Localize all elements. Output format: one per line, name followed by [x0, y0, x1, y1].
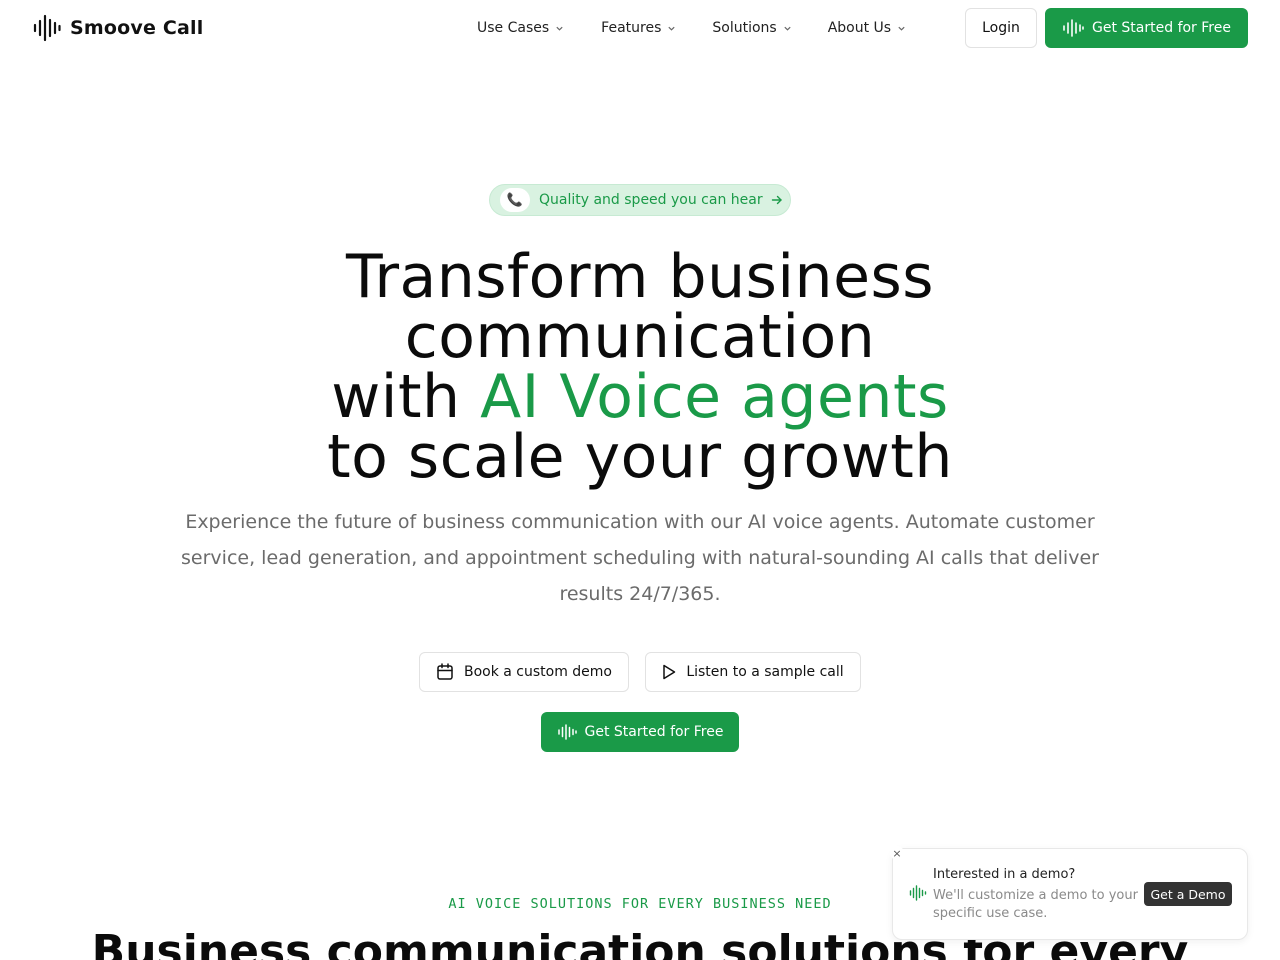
login-button[interactable]: Login: [965, 8, 1037, 48]
waveform-icon: [909, 885, 927, 901]
book-demo-label: Book a custom demo: [463, 664, 613, 680]
chevron-down-icon: [784, 26, 791, 31]
listen-sample-button[interactable]: Listen to a sample call: [645, 652, 861, 692]
waveform-icon: [33, 14, 61, 42]
hero-title: Transform business communication with AI…: [0, 247, 1280, 487]
hero-title-line: communication: [404, 302, 876, 372]
get-started-button-hero[interactable]: Get Started for Free: [541, 712, 739, 752]
chevron-down-icon: [668, 26, 675, 31]
play-icon: [663, 664, 676, 680]
nav-item-solutions[interactable]: Solutions: [712, 18, 791, 38]
brand-name: Smoove Call: [70, 17, 204, 39]
hero-subtitle: Experience the future of business commun…: [181, 511, 1099, 605]
nav-item-label: Use Cases: [477, 20, 550, 36]
popup-title: Interested in a demo?: [933, 867, 1076, 882]
site-header: Smoove Call Use Cases Features Solutions…: [0, 0, 1280, 56]
arrow-right-icon: [771, 195, 782, 205]
hero-title-line: to scale your growth: [327, 422, 953, 492]
book-demo-button[interactable]: Book a custom demo: [419, 652, 629, 692]
popup-text: We'll customize a demo to your specific …: [933, 888, 1138, 921]
get-started-button-header[interactable]: Get Started for Free: [1045, 8, 1248, 48]
chevron-down-icon: [556, 26, 563, 31]
nav-item-features[interactable]: Features: [601, 18, 676, 38]
waveform-icon: [557, 724, 577, 740]
hero-title-line: Transform business: [345, 242, 935, 312]
nav-item-about-us[interactable]: About Us: [828, 18, 906, 38]
nav-item-label: About Us: [827, 20, 892, 36]
nav-item-label: Solutions: [712, 20, 777, 36]
main-nav: Use Cases Features Solutions About Us: [477, 18, 906, 38]
listen-sample-label: Listen to a sample call: [686, 664, 844, 680]
get-demo-button[interactable]: Get a Demo: [1144, 882, 1232, 906]
nav-item-use-cases[interactable]: Use Cases: [477, 18, 564, 38]
pill-text: Quality and speed you can hear: [539, 192, 763, 208]
calendar-icon: [437, 663, 453, 680]
hero-title-line: with AI Voice agents: [0, 367, 1280, 427]
close-icon[interactable]: ×: [890, 846, 904, 860]
get-started-label: Get Started for Free: [584, 724, 724, 740]
get-started-label: Get Started for Free: [1092, 20, 1231, 36]
demo-popup: × Interested in a demo? We'll customize …: [890, 846, 1248, 940]
nav-item-label: Features: [601, 20, 662, 36]
waveform-icon: [1063, 19, 1084, 37]
phone-icon: 📞: [500, 188, 530, 212]
announcement-pill[interactable]: 📞 Quality and speed you can hear: [489, 184, 791, 216]
brand-logo[interactable]: Smoove Call: [32, 14, 203, 42]
chevron-down-icon: [898, 26, 905, 31]
